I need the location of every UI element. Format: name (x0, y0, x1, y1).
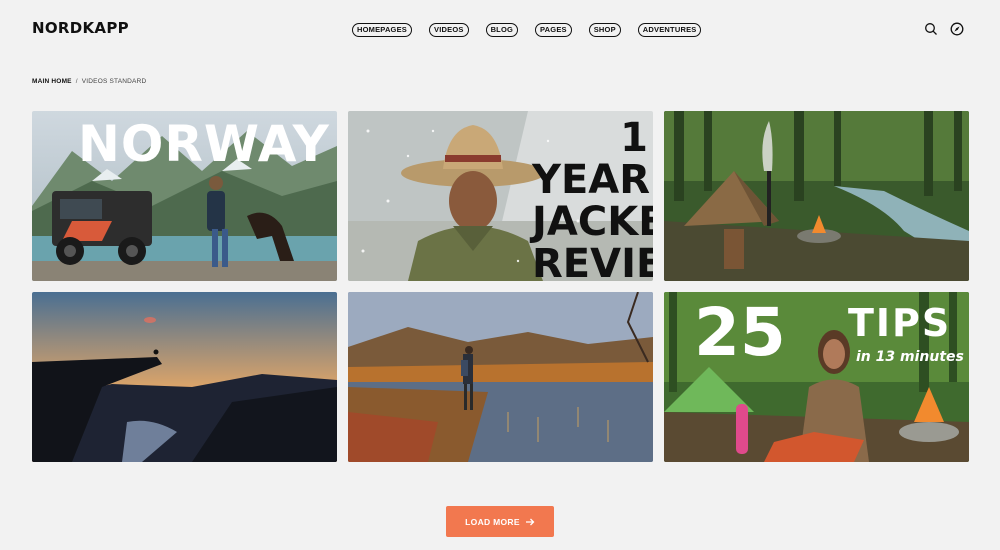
compass-icon[interactable] (950, 22, 964, 36)
video-thumbnail (348, 292, 653, 462)
site-header: NORDKAPP HOMEPAGES VIDEOS BLOG PAGES SHO… (0, 0, 1000, 58)
search-icon[interactable] (924, 22, 938, 36)
video-card-jacket-review[interactable]: 1 YEAR JACKET REVIEW (348, 111, 653, 281)
thumbnail-title-line: 1 YEAR (532, 115, 651, 203)
nav-pages[interactable]: PAGES (535, 23, 572, 37)
video-thumbnail (32, 292, 337, 462)
thumbnail-title-line: REVIEW (532, 241, 653, 281)
main-nav: HOMEPAGES VIDEOS BLOG PAGES SHOP ADVENTU… (352, 23, 702, 37)
thumbnail-title: NORWAY (78, 115, 330, 173)
video-card-tent-camp[interactable] (664, 111, 969, 281)
load-more-button[interactable]: LOAD MORE (446, 506, 554, 537)
nav-adventures[interactable]: ADVENTURES (637, 23, 702, 37)
video-card-sunset-cliff[interactable] (32, 292, 337, 462)
thumbnail-subtitle: in 13 minutes (856, 349, 964, 365)
video-thumbnail (664, 111, 969, 281)
breadcrumb: MAIN HOME / VIDEOS STANDARD (32, 78, 146, 85)
thumbnail-number: 25 (694, 294, 786, 371)
nav-blog[interactable]: BLOG (485, 23, 519, 37)
nav-homepages[interactable]: HOMEPAGES (352, 23, 413, 37)
breadcrumb-home[interactable]: MAIN HOME (32, 78, 72, 85)
video-card-norway[interactable]: NORWAY (32, 111, 337, 281)
load-more-label: LOAD MORE (465, 516, 520, 527)
nav-videos[interactable]: VIDEOS (429, 23, 469, 37)
video-card-25-tips[interactable]: 25 TIPS in 13 minutes (664, 292, 969, 462)
thumbnail-title: 1 YEAR JACKET REVIEW (532, 115, 653, 281)
nav-shop[interactable]: SHOP (588, 23, 621, 37)
thumbnail-title: TIPS (848, 301, 952, 345)
breadcrumb-current: VIDEOS STANDARD (81, 78, 147, 85)
arrow-right-icon (525, 518, 535, 525)
video-card-lake-hiker[interactable] (348, 292, 653, 462)
breadcrumb-separator: / (75, 78, 78, 85)
thumbnail-title-line: JACKET (532, 199, 653, 245)
site-logo[interactable]: NORDKAPP (32, 19, 129, 37)
